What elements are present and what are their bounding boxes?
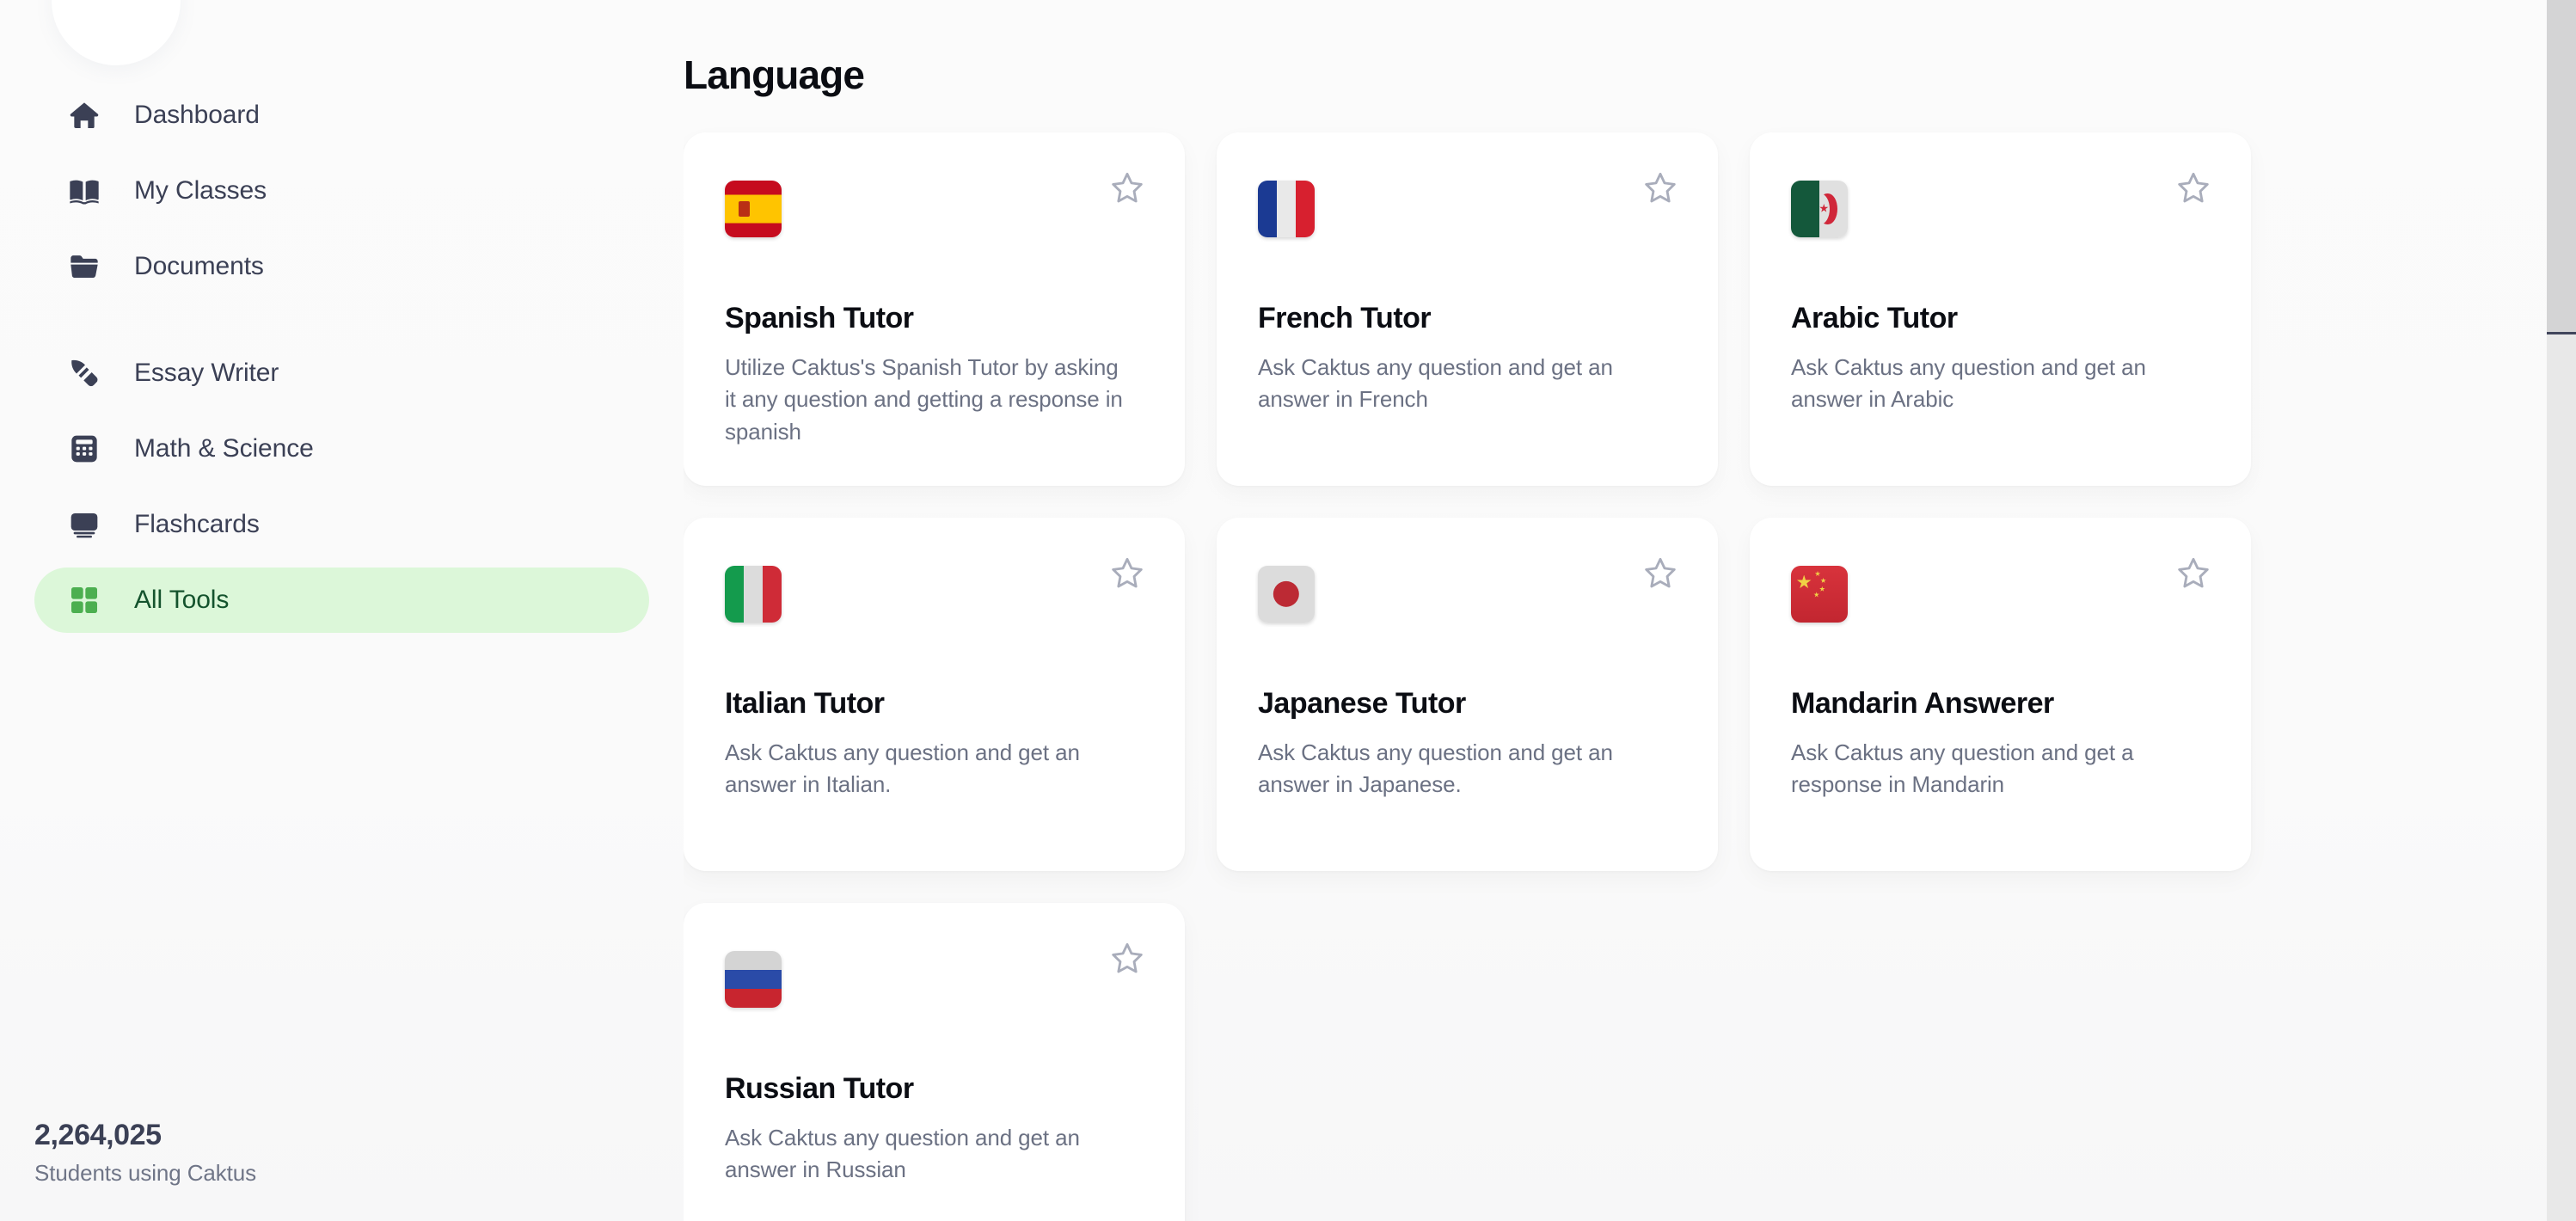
tool-card-description: Ask Caktus any question and get an answe… bbox=[1258, 739, 1613, 798]
tool-card-title: Spanish Tutor bbox=[725, 302, 914, 334]
page-title: Language bbox=[684, 52, 865, 97]
section-header: Language bbox=[684, 52, 2576, 98]
tool-card-description: Utilize Caktus's Spanish Tutor by asking… bbox=[725, 353, 1123, 445]
students-count: 2,264,025 bbox=[34, 1118, 162, 1151]
sidebar-item-label: My Classes bbox=[134, 176, 267, 205]
sidebar-item-flashcards[interactable]: Flashcards bbox=[34, 492, 649, 557]
tool-card-title: Arabic Tutor bbox=[1791, 302, 1958, 334]
favorite-star-button[interactable] bbox=[1641, 555, 1680, 595]
students-stat: 2,264,025 Students using Caktus bbox=[34, 1117, 256, 1187]
tool-card-title: Japanese Tutor bbox=[1258, 687, 1466, 720]
tool-card-grid: Spanish Tutor Utilize Caktus's Spanish Tu… bbox=[684, 132, 2253, 1221]
star-outline-icon bbox=[1107, 939, 1147, 983]
app-root: Dashboard My Classes Documents Essay Writer… bbox=[0, 0, 2576, 1221]
tool-card[interactable]: Mandarin Answerer Ask Caktus any question… bbox=[1750, 518, 2251, 871]
vertical-scrollbar[interactable] bbox=[2547, 0, 2576, 1221]
calculator-icon bbox=[67, 432, 101, 466]
italy-flag-icon bbox=[725, 566, 782, 623]
favorite-star-button[interactable] bbox=[1641, 170, 1680, 210]
tool-card[interactable]: French Tutor Ask Caktus any question and … bbox=[1217, 132, 1718, 486]
sidebar-item-essay-writer[interactable]: Essay Writer bbox=[34, 341, 649, 406]
favorite-star-button[interactable] bbox=[2174, 170, 2213, 210]
sidebar-item-label: Math & Science bbox=[134, 434, 314, 463]
japan-flag-icon bbox=[1258, 566, 1315, 623]
tool-card[interactable]: Russian Tutor Ask Caktus any question and… bbox=[684, 903, 1185, 1221]
favorite-star-button[interactable] bbox=[1107, 170, 1147, 210]
favorite-star-button[interactable] bbox=[2174, 555, 2213, 595]
spain-flag-icon bbox=[725, 181, 782, 237]
sidebar-item-label: Documents bbox=[134, 252, 264, 280]
sidebar-item-my-classes[interactable]: My Classes bbox=[34, 158, 649, 224]
russia-flag-icon bbox=[725, 951, 782, 1008]
sidebar-item-label: Dashboard bbox=[134, 101, 260, 129]
book-icon bbox=[67, 174, 101, 208]
tool-card-title: Russian Tutor bbox=[725, 1072, 914, 1105]
tool-card-title: Italian Tutor bbox=[725, 687, 885, 720]
tool-card-description: Ask Caktus any question and get an answe… bbox=[725, 739, 1080, 798]
tool-card-description: Ask Caktus any question and get an answe… bbox=[1791, 353, 2146, 413]
algeria-flag-icon bbox=[1791, 181, 1848, 237]
star-outline-icon bbox=[2174, 169, 2213, 212]
sidebar-item-label: All Tools bbox=[134, 586, 230, 614]
star-outline-icon bbox=[1107, 169, 1147, 212]
sidebar-item-math-science[interactable]: Math & Science bbox=[34, 416, 649, 482]
star-outline-icon bbox=[1107, 554, 1147, 598]
sidebar-item-documents[interactable]: Documents bbox=[34, 234, 649, 299]
tool-card-description: Ask Caktus any question and get an answe… bbox=[1258, 353, 1613, 413]
tool-card-description: Ask Caktus any question and get an answe… bbox=[725, 1124, 1080, 1183]
pen-nib-icon bbox=[67, 356, 101, 390]
tool-card[interactable]: Japanese Tutor Ask Caktus any question an… bbox=[1217, 518, 1718, 871]
sidebar-item-all-tools[interactable]: All Tools bbox=[34, 568, 649, 633]
tool-card[interactable]: Arabic Tutor Ask Caktus any question and … bbox=[1750, 132, 2251, 486]
sidebar: Dashboard My Classes Documents Essay Writer… bbox=[0, 0, 684, 1221]
main-content: Language Spanish Tutor Utilize Caktus's S… bbox=[684, 0, 2576, 1221]
star-outline-icon bbox=[2174, 554, 2213, 598]
tool-card-description: Ask Caktus any question and get a respon… bbox=[1791, 739, 2134, 798]
china-flag-icon bbox=[1791, 566, 1848, 623]
france-flag-icon bbox=[1258, 181, 1315, 237]
students-count-label: Students using Caktus bbox=[34, 1160, 257, 1186]
tool-card[interactable]: Italian Tutor Ask Caktus any question and… bbox=[684, 518, 1185, 871]
grid-icon bbox=[67, 583, 101, 617]
sidebar-item-dashboard[interactable]: Dashboard bbox=[34, 83, 649, 148]
sidebar-nav: Dashboard My Classes Documents Essay Writer… bbox=[0, 83, 684, 633]
home-icon bbox=[67, 98, 101, 132]
tool-card[interactable]: Spanish Tutor Utilize Caktus's Spanish Tu… bbox=[684, 132, 1185, 486]
tool-card-title: French Tutor bbox=[1258, 302, 1432, 334]
sidebar-item-label: Flashcards bbox=[134, 510, 260, 538]
favorite-star-button[interactable] bbox=[1107, 941, 1147, 980]
folder-icon bbox=[67, 249, 101, 284]
scrollbar-thumb[interactable] bbox=[2547, 0, 2576, 334]
sidebar-item-label: Essay Writer bbox=[134, 359, 279, 387]
flashcard-icon bbox=[67, 507, 101, 542]
star-outline-icon bbox=[1641, 169, 1680, 212]
favorite-star-button[interactable] bbox=[1107, 555, 1147, 595]
scrollbar-divider bbox=[2547, 332, 2576, 334]
star-outline-icon bbox=[1641, 554, 1680, 598]
tool-card-title: Mandarin Answerer bbox=[1791, 687, 2054, 720]
